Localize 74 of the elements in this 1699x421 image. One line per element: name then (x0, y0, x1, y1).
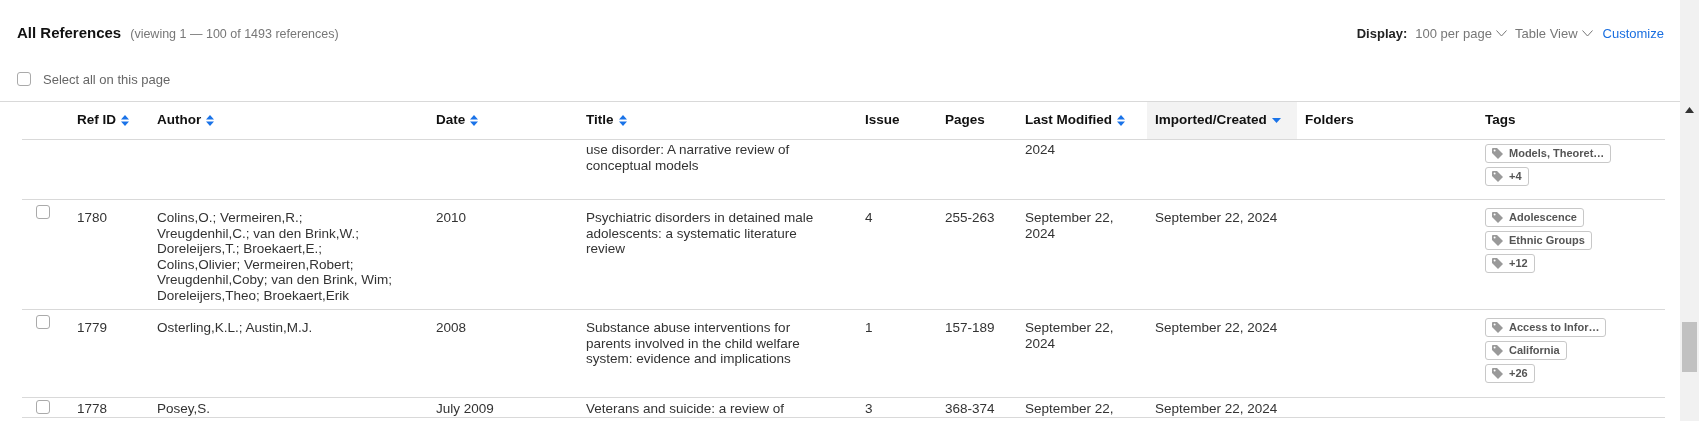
ref-id-cell-text: 1779 (77, 320, 109, 336)
date-cell-text: 2010 (436, 210, 468, 226)
issue-cell-text: 1 (865, 320, 874, 336)
tag[interactable]: +26 (1485, 364, 1535, 383)
tag[interactable]: Models, Theoret… (1485, 144, 1612, 163)
pages-cell-text: 255-263 (945, 210, 996, 226)
date-cell-text: 2008 (436, 320, 468, 336)
issue-cell-text: 4 (865, 210, 874, 226)
title-cell-text: Psychiatric disorders in detained male adolescents: a systematic literature review (586, 210, 815, 257)
column-header[interactable]: Ref ID (69, 102, 149, 139)
sort-icon[interactable] (121, 115, 129, 126)
tag[interactable]: +12 (1485, 254, 1535, 273)
imported-cell-text: September 22, 2024 (1155, 320, 1279, 336)
chevron-down-icon (1581, 29, 1593, 37)
last-modified-cell-text: 2024 (1025, 142, 1057, 158)
tag[interactable]: California (1485, 341, 1567, 360)
reference-count: (viewing 1 — 100 of 1493 references) (130, 26, 339, 43)
column-header[interactable]: Folders (1297, 102, 1477, 139)
last-modified-cell-text: September 22, (1025, 401, 1115, 417)
tag[interactable]: Ethnic Groups (1485, 231, 1592, 250)
chevron-down-icon (1495, 29, 1507, 37)
scroll-up-icon[interactable] (1685, 107, 1694, 113)
last-modified-cell-text: September 22, 2024 (1025, 320, 1115, 351)
column-header[interactable]: Issue (857, 102, 937, 139)
scrollbar[interactable] (1680, 0, 1699, 421)
column-header[interactable]: Title (578, 102, 857, 139)
column-header[interactable]: Tags (1477, 102, 1665, 139)
tag[interactable]: Access to Infor… (1485, 318, 1607, 337)
title-cell-text: use disorder: A narrative review of conceptual models (586, 142, 791, 173)
scrollbar-thumb[interactable] (1682, 322, 1697, 372)
column-header[interactable]: Last Modified (1017, 102, 1147, 139)
column-header[interactable]: Author (149, 102, 428, 139)
tag[interactable]: Adolescence (1485, 208, 1584, 227)
title-cell-text: Substance abuse interventions for parents involved in the child welfare system: evidence and implications (586, 320, 801, 367)
select-all-label: Select all on this page (43, 70, 171, 89)
sort-icon[interactable] (206, 115, 215, 126)
select-all-checkbox[interactable] (17, 72, 31, 87)
author-cell-text: Osterling,K.L.; Austin,M.J. (157, 320, 314, 336)
tag-icon (1492, 171, 1503, 182)
sort-icon[interactable] (618, 115, 627, 126)
tag-icon (1492, 345, 1503, 356)
tag-icon (1492, 368, 1503, 379)
ref-id-cell-text: 1778 (77, 401, 109, 417)
imported-cell-text: September 22, 2024 (1155, 401, 1279, 417)
customize-link[interactable]: Customize (1602, 23, 1664, 43)
title-cell-text: Veterans and suicide: a review of (586, 401, 786, 417)
sort-icon[interactable] (470, 115, 479, 126)
page-title: All References (17, 23, 122, 43)
sort-descending-icon[interactable] (1271, 118, 1281, 123)
column-header[interactable]: Date (428, 102, 578, 139)
issue-cell-text: 3 (865, 401, 874, 417)
display-dropdown[interactable]: 100 per page (1415, 23, 1507, 43)
tag-icon (1492, 322, 1503, 333)
date-cell-text: July 2009 (436, 401, 495, 417)
row-checkbox[interactable] (36, 400, 50, 414)
row-checkbox[interactable] (36, 315, 50, 329)
tag-icon (1492, 258, 1503, 269)
author-cell-text: Colins,O.; Vermeiren,R.; Vreugdenhil,C.; van den Brink,W.; Doreleijers,T.; Broekaert,E.; Colins,Olivier; Vermeiren,Robert; Vreugdenhil,Coby; van den Brink, Wim; Doreleijers,Theo; Broekaert,Erik (157, 210, 394, 303)
tag[interactable]: +4 (1485, 167, 1529, 186)
imported-cell-text: September 22, 2024 (1155, 210, 1279, 226)
display-label: Display: (1356, 24, 1408, 43)
pages-cell-text: 157-189 (945, 320, 996, 336)
author-cell-text: Posey,S. (157, 401, 212, 417)
tag-icon (1492, 212, 1503, 223)
pages-cell-text: 368-374 (945, 401, 996, 417)
ref-id-cell-text: 1780 (77, 210, 109, 226)
column-header-selected[interactable]: Imported/Created (1147, 102, 1297, 139)
tag-icon (1492, 235, 1503, 246)
sort-icon[interactable] (1117, 115, 1125, 126)
last-modified-cell-text: September 22, 2024 (1025, 210, 1115, 241)
row-checkbox[interactable] (36, 205, 50, 219)
display-dropdown[interactable]: Table View (1514, 23, 1593, 43)
tag-icon (1492, 148, 1503, 159)
column-header[interactable]: Pages (937, 102, 1017, 139)
